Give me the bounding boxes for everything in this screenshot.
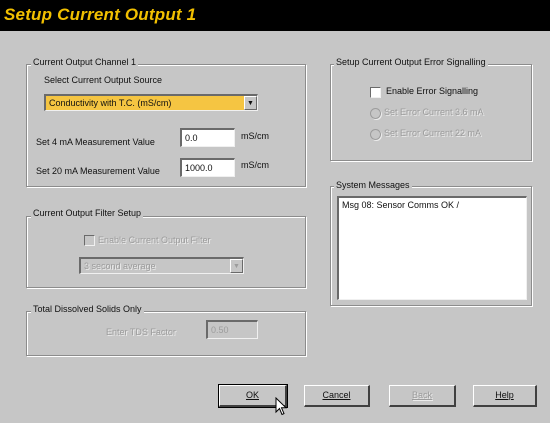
source-select[interactable]: Conductivity with T.C. (mS/cm) ▼ — [44, 94, 258, 111]
set-4ma-unit: mS/cm — [241, 131, 269, 141]
help-button[interactable]: Help — [473, 385, 537, 407]
filter-group — [26, 216, 306, 288]
source-select-value: Conductivity with T.C. (mS/cm) — [49, 98, 172, 108]
system-messages-label: System Messages — [334, 180, 412, 190]
error-current-low-label: Set Error Current 3.6 mA — [384, 107, 484, 117]
error-signal-group-label: Setup Current Output Error Signalling — [334, 57, 488, 67]
enable-error-label: Enable Error Signalling — [386, 86, 479, 96]
set-20ma-label: Set 20 mA Measurement Value — [36, 166, 160, 176]
tds-factor-label: Enter TDS Factor — [106, 327, 176, 337]
window-title: Setup Current Output 1 — [4, 5, 197, 24]
filter-type-select[interactable]: 3 second average ▼ — [79, 257, 244, 274]
enable-filter-checkbox[interactable] — [84, 235, 95, 246]
system-message-text: Msg 08: Sensor Comms OK / — [342, 200, 460, 210]
filter-group-label: Current Output Filter Setup — [31, 208, 144, 218]
filter-type-value: 3 second average — [84, 261, 156, 271]
enable-error-checkbox[interactable] — [370, 87, 381, 98]
setup-current-output-window: Setup Current Output 1 Current Output Ch… — [0, 0, 550, 423]
chevron-down-icon[interactable]: ▼ — [230, 259, 243, 273]
mouse-pointer-icon — [275, 397, 287, 416]
error-current-high-label: Set Error Current 22 mA — [384, 128, 482, 138]
set-4ma-input[interactable]: 0.0 — [180, 128, 235, 147]
set-4ma-label: Set 4 mA Measurement Value — [36, 137, 155, 147]
source-label: Select Current Output Source — [44, 75, 163, 85]
set-20ma-input[interactable]: 1000.0 — [180, 158, 235, 177]
error-current-low-radio[interactable] — [370, 108, 381, 119]
channel-group-label: Current Output Channel 1 — [31, 57, 139, 67]
set-20ma-unit: mS/cm — [241, 160, 269, 170]
error-current-high-radio[interactable] — [370, 129, 381, 140]
tds-factor-input[interactable]: 0.50 — [206, 320, 258, 339]
tds-group-label: Total Dissolved Solids Only — [31, 304, 144, 314]
title-bar: Setup Current Output 1 — [0, 0, 550, 31]
chevron-down-icon[interactable]: ▼ — [244, 96, 257, 110]
cancel-button[interactable]: Cancel — [304, 385, 370, 407]
enable-filter-label: Enable Current Output Filter — [98, 235, 211, 245]
system-messages-box: Msg 08: Sensor Comms OK / — [337, 196, 527, 300]
back-button[interactable]: Back — [389, 385, 456, 407]
